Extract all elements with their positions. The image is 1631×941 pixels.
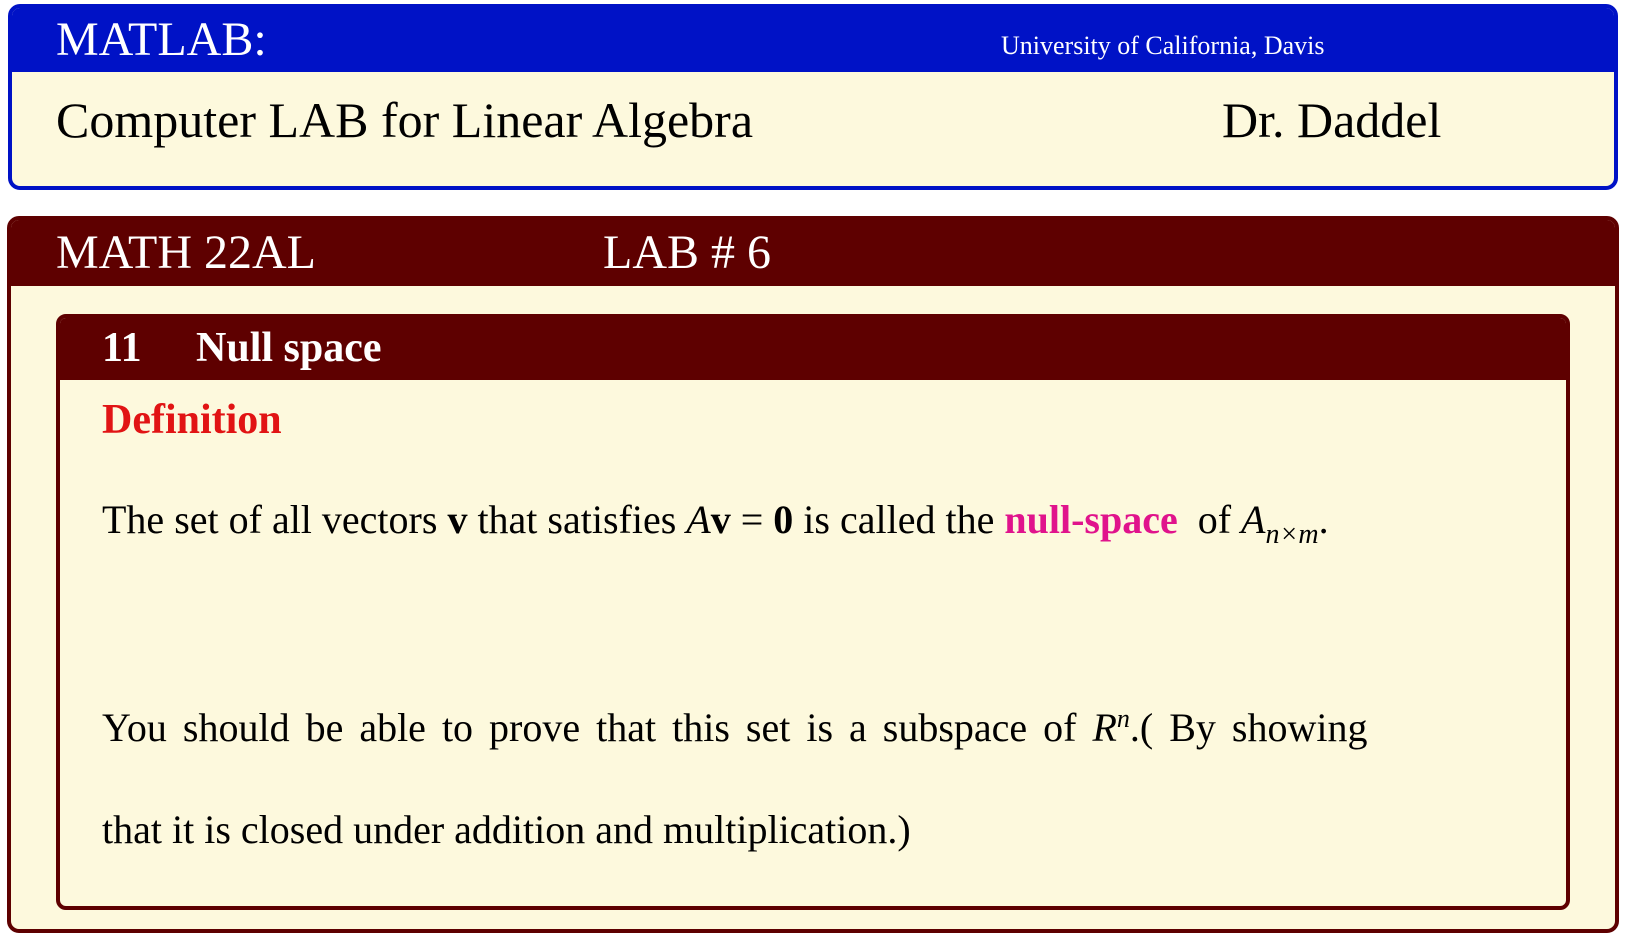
section-box: 11 Null space Definition The set of all … <box>56 314 1570 910</box>
space-symbol: R <box>1092 705 1117 750</box>
course-header-box: MATLAB: University of California, Davis … <box>8 4 1618 190</box>
matlab-title: MATLAB: <box>56 13 267 66</box>
matrix-symbol: A <box>686 497 711 542</box>
section-number: 11 <box>102 325 142 371</box>
course-name: Computer LAB for Linear Algebra <box>56 92 754 148</box>
paragraph-text-1: You should be able to prove that this se… <box>102 705 1093 750</box>
matrix-symbol-2: A <box>1241 497 1266 542</box>
subspace-paragraph-line-1: You should be able to prove that this se… <box>102 702 1368 759</box>
matrix-dimension-subscript: n×m <box>1265 519 1319 550</box>
definition-text: The set of all vectors v that satisfies … <box>102 494 1329 551</box>
university-name: University of California, Davis <box>1001 31 1325 60</box>
subspace-paragraph-line-2: that it is closed under addition and mul… <box>102 807 911 852</box>
equals-sign: = <box>730 497 774 542</box>
definition-part-3: is called the <box>793 497 1005 542</box>
null-space-term: null-space <box>1004 497 1178 542</box>
definition-part-2: that satisfies <box>467 497 687 542</box>
vector-symbol-2: v <box>710 497 731 542</box>
space-superscript: n <box>1116 704 1130 733</box>
lab-number: LAB # 6 <box>603 226 771 279</box>
instructor-name: Dr. Daddel <box>1222 92 1442 148</box>
lab-content-box: MATH 22AL LAB # 6 11 Null space Definiti… <box>7 216 1619 933</box>
course-code: MATH 22AL <box>56 226 316 279</box>
vector-symbol: v <box>447 497 468 542</box>
definition-part-4: of <box>1177 497 1242 542</box>
definition-label: Definition <box>102 397 282 443</box>
paragraph-tail-1: .( By showing <box>1129 705 1368 750</box>
section-title: Null space <box>196 325 382 371</box>
zero-vector: 0 <box>773 497 794 542</box>
definition-period: . <box>1318 497 1329 542</box>
definition-part-1: The set of all vectors <box>102 497 448 542</box>
